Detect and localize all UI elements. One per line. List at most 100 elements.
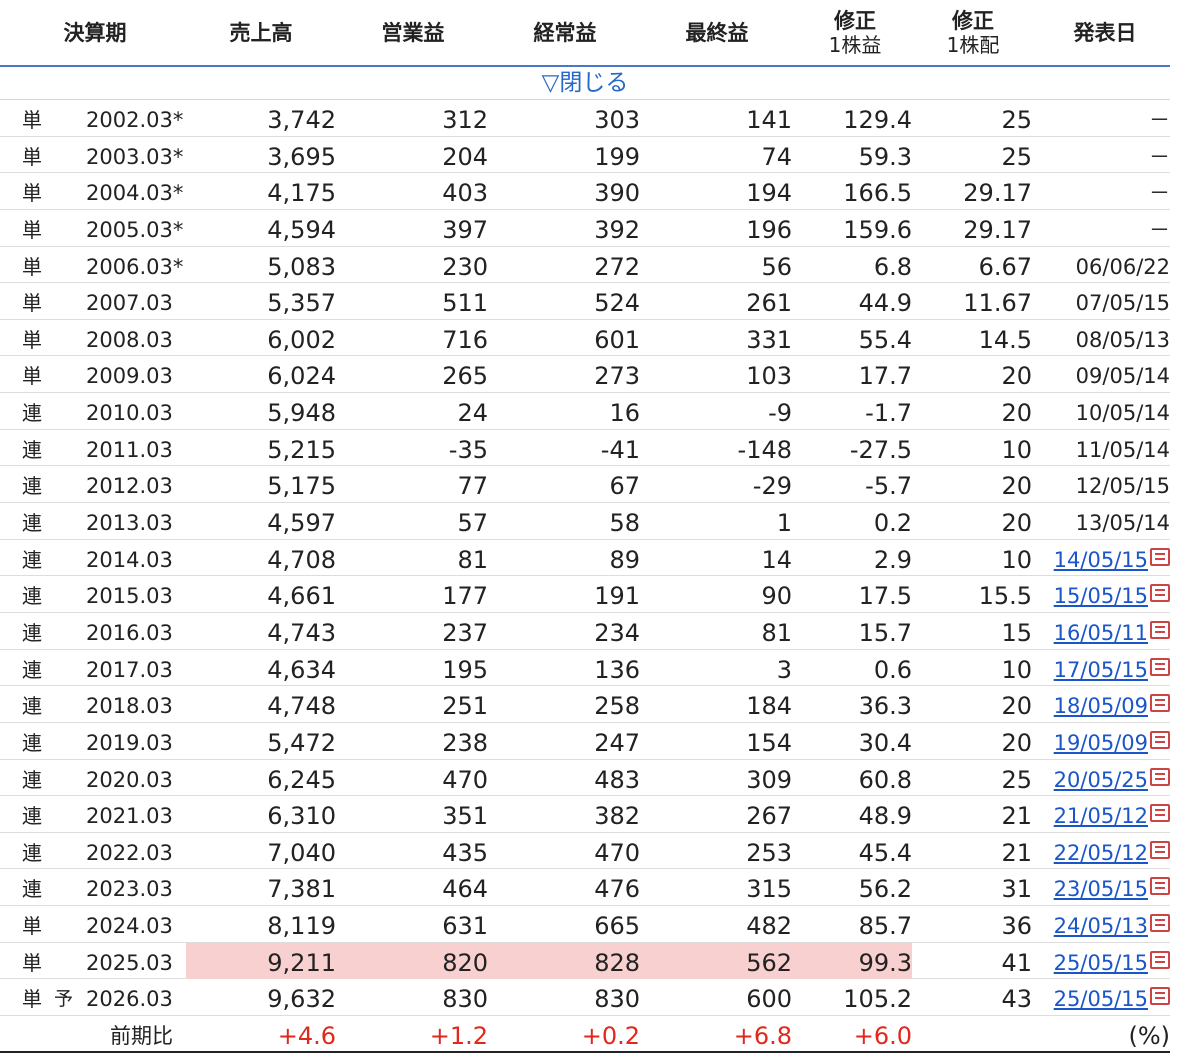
announce-date-link[interactable]: 16/05/11 bbox=[1038, 613, 1170, 649]
pdf-icon[interactable] bbox=[1150, 547, 1170, 566]
table-row: 連 2012.03 5,175 77 67 -29 -5.7 20 12/05/15 bbox=[0, 466, 1170, 504]
pdf-icon[interactable] bbox=[1150, 767, 1170, 786]
cell-eps: 48.9 bbox=[858, 802, 912, 831]
pdf-icon[interactable] bbox=[1150, 694, 1170, 713]
table-row: 連 2013.03 4,597 57 58 1 0.2 20 13/05/14 bbox=[0, 503, 1170, 540]
announce-date-link[interactable]: 19/05/09 bbox=[1038, 723, 1170, 759]
cell-ord: 392 bbox=[594, 215, 640, 244]
date-text[interactable]: 18/05/09 bbox=[1054, 694, 1148, 718]
cell-net: 74 bbox=[761, 142, 792, 171]
date-text[interactable]: 25/05/15 bbox=[1054, 951, 1148, 975]
cell-eps: 99.3 bbox=[858, 948, 912, 977]
cell-type: 単 bbox=[22, 181, 42, 206]
cell-type: 単 bbox=[22, 364, 42, 389]
pdf-icon[interactable] bbox=[1150, 914, 1170, 933]
cell-net: -148 bbox=[737, 435, 792, 464]
cell-op: 470 bbox=[442, 765, 488, 794]
cell-net: 194 bbox=[746, 179, 792, 208]
announce-date-link[interactable]: 22/05/12 bbox=[1038, 833, 1170, 869]
header-eps: 修正 1株益 bbox=[828, 8, 882, 57]
date-text[interactable]: 17/05/15 bbox=[1054, 658, 1148, 682]
announce-date-link[interactable]: 25/05/15 bbox=[1038, 979, 1170, 1015]
cell-yosou bbox=[54, 686, 74, 722]
growth-operating-profit: +1.2 bbox=[429, 1022, 488, 1051]
cell-eps: 45.4 bbox=[858, 838, 912, 867]
pdf-icon[interactable] bbox=[1150, 620, 1170, 639]
cell-op: 820 bbox=[442, 948, 488, 977]
date-text[interactable]: 19/05/09 bbox=[1054, 731, 1148, 755]
cell-yosou bbox=[54, 760, 74, 796]
cell-yosou bbox=[54, 723, 74, 759]
pdf-icon[interactable] bbox=[1150, 877, 1170, 896]
growth-rate-row: 前期比 +4.6 +1.2 +0.2 +6.8 +6.0 (%) bbox=[0, 1016, 1170, 1053]
cell-sales: 6,024 bbox=[267, 362, 336, 391]
date-text[interactable]: 24/05/13 bbox=[1054, 914, 1148, 938]
cell-net: 141 bbox=[746, 106, 792, 134]
cell-yosou bbox=[54, 503, 74, 539]
cell-net: 600 bbox=[746, 985, 792, 1014]
announce-date-link[interactable]: 24/05/13 bbox=[1038, 906, 1170, 942]
pdf-icon[interactable] bbox=[1150, 657, 1170, 676]
cell-sales: 6,310 bbox=[267, 802, 336, 831]
pdf-icon[interactable] bbox=[1150, 730, 1170, 749]
cell-yosou bbox=[54, 100, 74, 136]
pdf-icon[interactable] bbox=[1150, 950, 1170, 969]
cell-div: 21 bbox=[1001, 802, 1032, 831]
cell-yosou bbox=[54, 576, 74, 612]
announce-date-link[interactable]: 20/05/25 bbox=[1038, 760, 1170, 796]
cell-type: 連 bbox=[22, 511, 42, 536]
collapse-toggle-link[interactable]: ▽閉じる bbox=[0, 67, 1170, 100]
cell-sales: 3,695 bbox=[267, 142, 336, 171]
date-text[interactable]: 20/05/25 bbox=[1054, 768, 1148, 792]
date-text[interactable]: 25/05/15 bbox=[1054, 987, 1148, 1011]
announce-date-link[interactable]: 18/05/09 bbox=[1038, 686, 1170, 722]
announce-date-link[interactable]: 15/05/15 bbox=[1038, 576, 1170, 612]
announce-date-link[interactable]: 23/05/15 bbox=[1038, 869, 1170, 905]
date-text[interactable]: 23/05/15 bbox=[1054, 877, 1148, 901]
date-text[interactable]: 14/05/15 bbox=[1054, 548, 1148, 572]
cell-ord: 16 bbox=[609, 399, 640, 428]
table-row: 連 2019.03 5,472 238 247 154 30.4 20 19/05/09 bbox=[0, 723, 1170, 760]
pdf-icon[interactable] bbox=[1150, 804, 1170, 823]
table-row: 単 2005.03* 4,594 397 392 196 159.6 29.17 － bbox=[0, 210, 1170, 247]
cell-sales: 5,472 bbox=[267, 728, 336, 757]
pdf-icon[interactable] bbox=[1150, 987, 1170, 1006]
cell-ord: 828 bbox=[594, 948, 640, 977]
cell-type: 連 bbox=[22, 401, 42, 426]
date-text[interactable]: 16/05/11 bbox=[1054, 621, 1148, 645]
date-text[interactable]: 15/05/15 bbox=[1054, 584, 1148, 608]
cell-eps: 166.5 bbox=[843, 179, 912, 208]
pdf-icon[interactable] bbox=[1150, 840, 1170, 859]
date-text[interactable]: 21/05/12 bbox=[1054, 804, 1148, 828]
cell-div: 29.17 bbox=[963, 179, 1032, 208]
cell-sales: 4,743 bbox=[267, 618, 336, 647]
table-row: 単 2003.03* 3,695 204 199 74 59.3 25 － bbox=[0, 137, 1170, 174]
cell-yosou bbox=[54, 393, 74, 429]
announce-date-link[interactable]: 25/05/15 bbox=[1038, 943, 1170, 979]
header-net-profit: 最終益 bbox=[685, 20, 749, 45]
cell-sales: 5,357 bbox=[267, 289, 336, 318]
header-sales: 売上高 bbox=[229, 20, 293, 45]
announce-date-link[interactable]: 21/05/12 bbox=[1038, 796, 1170, 832]
cell-div: 43 bbox=[1001, 985, 1032, 1014]
cell-date: 09/05/14 bbox=[1038, 356, 1170, 392]
cell-op: 177 bbox=[442, 582, 488, 611]
cell-net: 3 bbox=[776, 655, 792, 684]
cell-sales: 5,948 bbox=[267, 399, 336, 428]
cell-div: 29.17 bbox=[963, 215, 1032, 244]
cell-div: 20 bbox=[1001, 399, 1032, 428]
pdf-icon[interactable] bbox=[1150, 584, 1170, 603]
cell-ord: 136 bbox=[594, 655, 640, 684]
table-row: 連 2020.03 6,245 470 483 309 60.8 25 20/05/25 bbox=[0, 760, 1170, 797]
cell-ord: 665 bbox=[594, 912, 640, 941]
table-row: 単予 2026.03 9,632 830 830 600 105.2 43 25/05/15 bbox=[0, 979, 1170, 1017]
announce-date-link[interactable]: 14/05/15 bbox=[1038, 540, 1170, 576]
cell-div: 25 bbox=[1001, 106, 1032, 134]
cell-ord: -41 bbox=[600, 435, 640, 464]
cell-type: 連 bbox=[22, 437, 42, 462]
cell-net: 56 bbox=[761, 252, 792, 281]
cell-net: -9 bbox=[768, 399, 792, 428]
announce-date-link[interactable]: 17/05/15 bbox=[1038, 650, 1170, 686]
date-text[interactable]: 22/05/12 bbox=[1054, 841, 1148, 865]
cell-div: 10 bbox=[1001, 655, 1032, 684]
